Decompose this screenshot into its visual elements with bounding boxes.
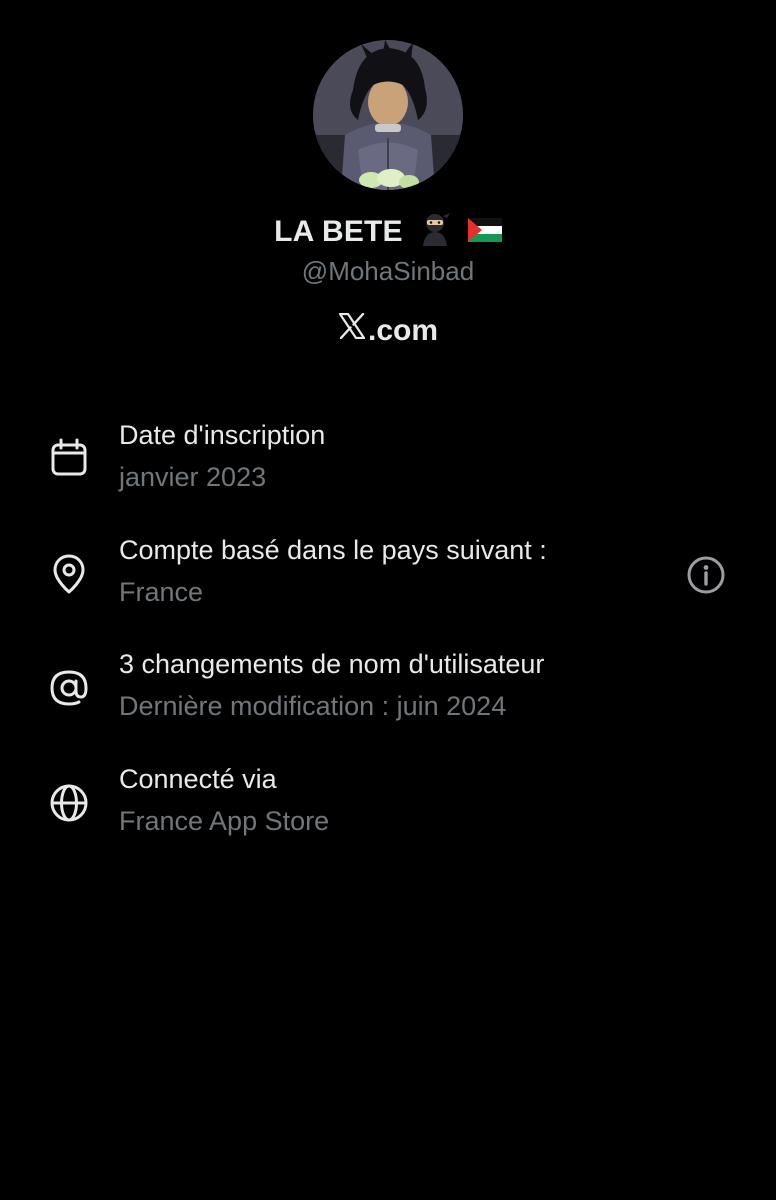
palestine-flag-emoji	[467, 216, 502, 250]
account-country-row: Compte basé dans le pays suivant : Franc…	[0, 535, 776, 635]
connected-via-value: France App Store	[119, 806, 330, 836]
profile-site-link[interactable]: .com	[0, 312, 776, 348]
joined-date-row: Date d'inscription janvier 2023	[0, 420, 776, 520]
display-name: LA BETE	[274, 214, 403, 248]
account-country-value: France	[119, 577, 204, 607]
connected-via-title: Connecté via	[119, 764, 277, 794]
x-logo-icon	[338, 312, 366, 347]
avatar-illustration	[313, 40, 463, 190]
username-changes-title: 3 changements de nom d'utilisateur	[119, 649, 545, 679]
joined-date-value: janvier 2023	[119, 462, 267, 492]
account-country-title: Compte basé dans le pays suivant :	[119, 535, 547, 565]
profile-display-name-row: LA BETE	[0, 212, 776, 254]
calendar-icon	[48, 438, 90, 480]
globe-icon	[48, 782, 90, 824]
connected-via-row: Connecté via France App Store	[0, 764, 776, 864]
location-pin-icon	[48, 553, 90, 595]
at-sign-icon	[48, 667, 90, 709]
username-changes-value: Dernière modification : juin 2024	[119, 691, 507, 721]
profile-handle[interactable]: @MohaSinbad	[0, 256, 776, 287]
info-icon[interactable]	[686, 555, 726, 595]
site-label: .com	[367, 314, 439, 347]
ninja-emoji	[417, 212, 453, 254]
joined-date-title: Date d'inscription	[119, 420, 326, 450]
profile-avatar[interactable]	[313, 40, 463, 190]
username-changes-row: 3 changements de nom d'utilisateur Derni…	[0, 649, 776, 749]
